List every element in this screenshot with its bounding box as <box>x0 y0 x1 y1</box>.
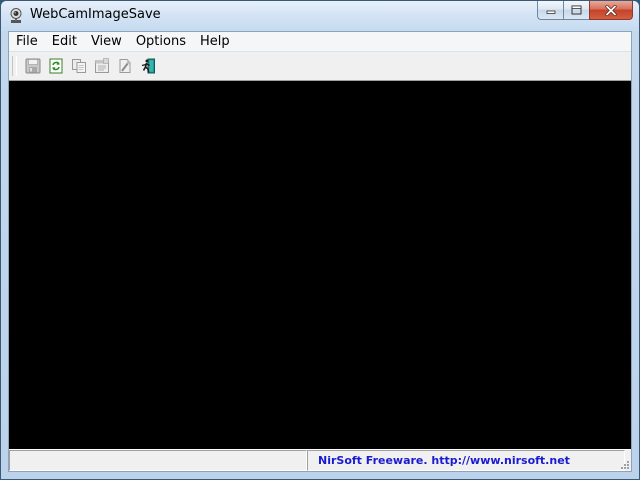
save-button[interactable] <box>21 55 44 77</box>
copy-button[interactable] <box>67 55 90 77</box>
client-area: File Edit View Options Help NirSoft Free… <box>8 31 632 472</box>
refresh-button[interactable] <box>44 55 67 77</box>
toolbar-grip[interactable] <box>12 56 17 76</box>
exit-icon <box>141 58 155 74</box>
status-pane-left <box>9 450 307 471</box>
webcam-icon <box>10 8 22 23</box>
options-icon <box>119 59 130 73</box>
main-window: WebCamImageSave File Edit View Options H… <box>0 0 640 480</box>
refresh-icon <box>49 58 62 74</box>
resize-grip-icon[interactable] <box>618 458 630 470</box>
caption-buttons <box>537 1 633 21</box>
minimize-icon <box>546 10 555 14</box>
nirsoft-link[interactable]: NirSoft Freeware. http://www.nirsoft.net <box>307 450 625 471</box>
properties-icon <box>94 58 109 73</box>
menu-edit[interactable]: Edit <box>45 32 84 51</box>
window-title: WebCamImageSave <box>30 7 161 22</box>
maximize-button[interactable] <box>563 1 589 20</box>
maximize-icon <box>571 5 582 15</box>
title-bar[interactable]: WebCamImageSave <box>1 1 639 31</box>
menu-help[interactable]: Help <box>193 32 237 51</box>
options-button[interactable] <box>113 55 136 77</box>
properties-button[interactable] <box>90 55 113 77</box>
status-bar: NirSoft Freeware. http://www.nirsoft.net <box>9 449 631 471</box>
close-icon <box>605 4 617 16</box>
menu-bar: File Edit View Options Help <box>9 32 631 52</box>
copy-icon <box>71 59 86 73</box>
exit-button[interactable] <box>136 55 159 77</box>
close-button[interactable] <box>589 1 633 20</box>
minimize-button[interactable] <box>537 1 563 20</box>
menu-options[interactable]: Options <box>129 32 193 51</box>
toolbar <box>9 52 631 81</box>
menu-file[interactable]: File <box>9 32 45 51</box>
webcam-image-view <box>9 81 631 449</box>
menu-view[interactable]: View <box>84 32 129 51</box>
save-icon <box>25 58 40 74</box>
